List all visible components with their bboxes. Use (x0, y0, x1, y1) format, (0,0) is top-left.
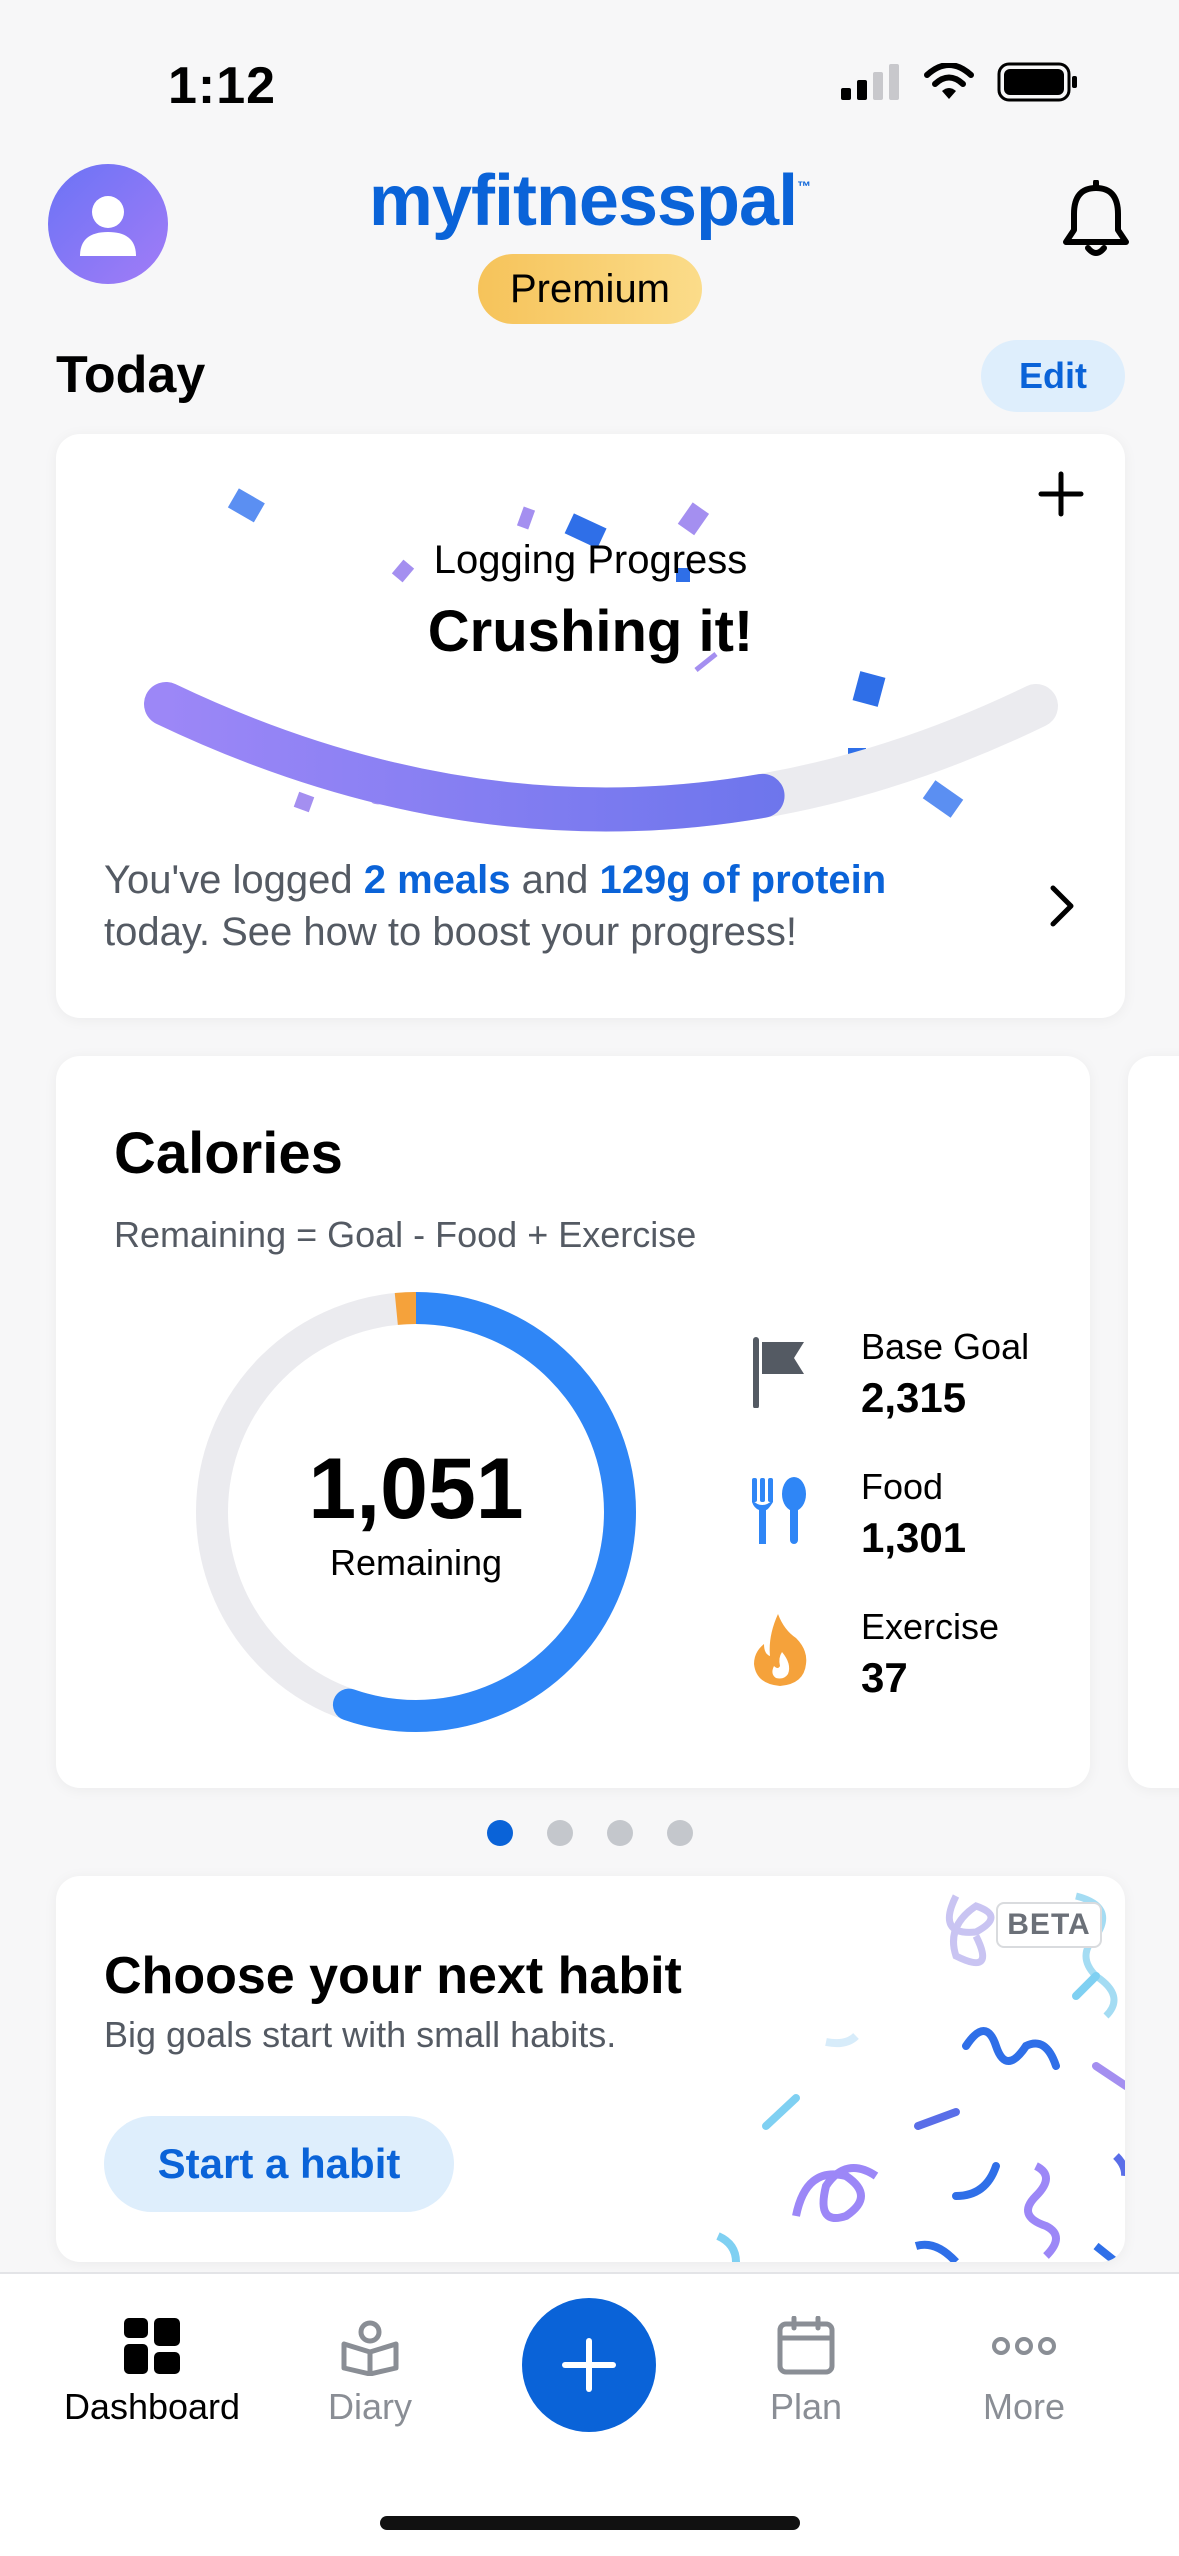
brand-tm: ™ (797, 178, 811, 194)
food-value: 1,301 (861, 1514, 967, 1561)
notifications-button[interactable] (1058, 179, 1134, 265)
summary-mid: and (510, 858, 600, 902)
habit-subtitle: Big goals start with small habits. (104, 2014, 617, 2055)
brand-text: myfitnesspal (368, 161, 798, 241)
premium-badge[interactable]: Premium (478, 254, 702, 324)
dashboard-icon (124, 2318, 180, 2374)
brand-logo: myfitnesspal™ (0, 160, 1179, 242)
tab-diary[interactable]: Diary (270, 2316, 470, 2428)
chevron-right-icon (1050, 885, 1074, 927)
exercise-label: Exercise (861, 1606, 1000, 1647)
flag-icon (748, 1336, 812, 1413)
add-button[interactable] (1037, 470, 1085, 523)
pager-dot[interactable] (486, 1820, 513, 1846)
summary-suffix: today. See how to boost your progress! (104, 910, 797, 954)
signal-icon (841, 64, 899, 100)
tab-plan[interactable]: Plan (706, 2316, 906, 2428)
tab-dashboard[interactable]: Dashboard (52, 2316, 252, 2428)
fork-spoon-icon (748, 1474, 812, 1551)
edit-button[interactable]: Edit (981, 340, 1125, 412)
start-habit-button[interactable]: Start a habit (104, 2116, 454, 2212)
status-time: 1:12 (168, 57, 277, 115)
logging-progress-summary: You've logged 2 meals and 129g of protei… (104, 854, 1024, 958)
logging-progress-title: Crushing it! (427, 599, 754, 664)
pager-dot[interactable] (546, 1820, 573, 1846)
pager-dots[interactable] (0, 1820, 1179, 1846)
exercise-value: 37 (861, 1654, 908, 1701)
tab-diary-label: Diary (327, 2386, 412, 2427)
status-icons (841, 62, 1079, 102)
plus-icon (562, 2338, 616, 2392)
logging-progress-card[interactable]: Logging Progress Crushing it! You've log… (56, 434, 1125, 1018)
home-indicator (380, 2516, 800, 2530)
logging-progress-label: Logging Progress (433, 538, 748, 582)
remaining-label: Remaining (329, 1542, 503, 1583)
protein-amount: 129g of protein (599, 858, 887, 902)
bell-icon (1063, 179, 1129, 256)
food-label: Food (861, 1466, 944, 1507)
calories-formula: Remaining = Goal - Food + Exercise (114, 1214, 697, 1255)
calendar-icon (777, 2316, 835, 2375)
beta-badge: BETA (996, 1902, 1102, 1948)
pager-dot[interactable] (666, 1820, 693, 1846)
details-chevron[interactable] (1047, 884, 1077, 933)
tab-more-label: More (982, 2386, 1066, 2427)
tab-plan-label: Plan (769, 2386, 843, 2427)
habit-title: Choose your next habit (104, 1947, 682, 2005)
meals-count: 2 meals (363, 858, 511, 902)
habit-card[interactable]: Choose your next habit Big goals start w… (56, 1876, 1125, 2262)
next-card-peek[interactable] (1128, 1056, 1179, 1788)
summary-prefix: You've logged (104, 858, 364, 902)
tab-dashboard-label: Dashboard (63, 2386, 241, 2427)
diary-icon (341, 2320, 399, 2376)
plus-icon (1038, 471, 1084, 517)
section-title: Today (56, 346, 206, 404)
pager-dot[interactable] (606, 1820, 633, 1846)
remaining-value: 1,051 (308, 1441, 524, 1537)
wifi-icon (924, 63, 974, 99)
base-goal-label: Base Goal (861, 1326, 1030, 1367)
base-goal-value: 2,315 (861, 1374, 967, 1421)
battery-icon (997, 62, 1077, 102)
add-entry-button[interactable] (522, 2298, 656, 2432)
tab-more[interactable]: More (924, 2316, 1124, 2428)
flame-icon (748, 1612, 812, 1693)
calories-title: Calories (114, 1121, 343, 1186)
more-icon (992, 2337, 1056, 2355)
